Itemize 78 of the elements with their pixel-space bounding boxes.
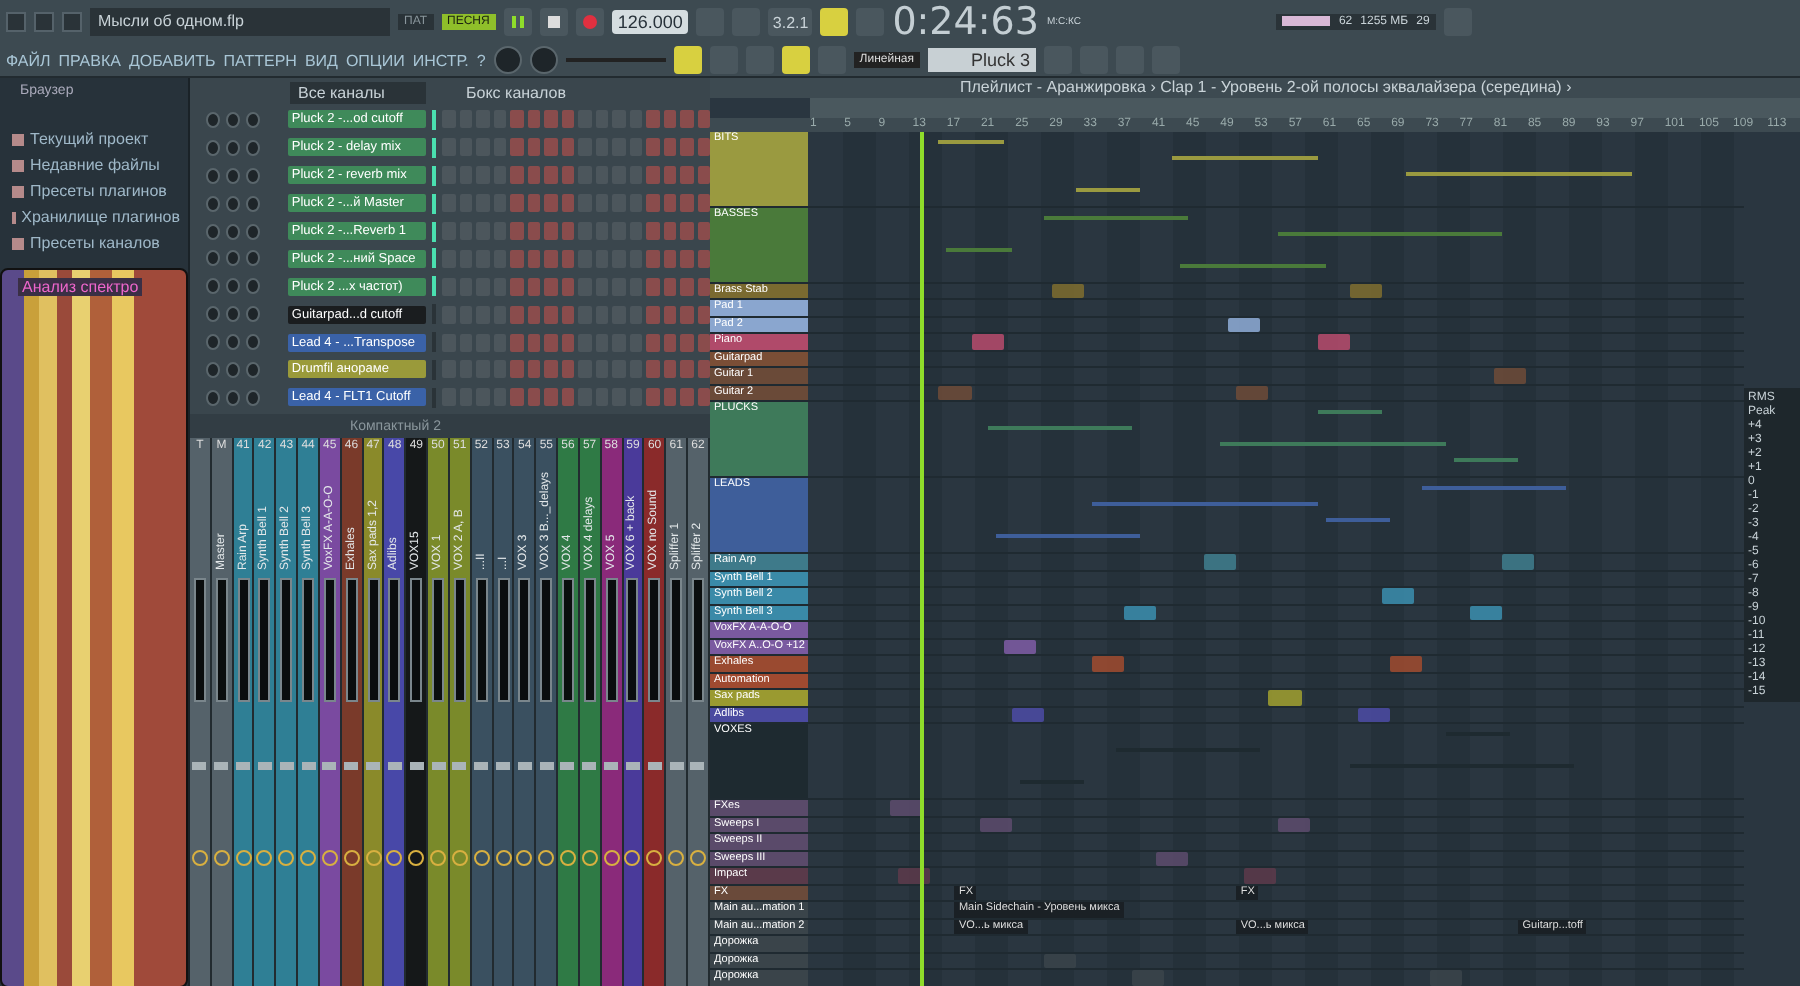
rack-title: Бокс каналов bbox=[466, 83, 566, 101]
pattern-clip[interactable] bbox=[1204, 554, 1237, 570]
playlist-title: Плейлист - Аранжировка › Clap 1 - Уровень 2-ой полосы эквалайзера (середина) › bbox=[710, 78, 1800, 98]
pattern-clip[interactable] bbox=[1381, 588, 1414, 604]
menu-item[interactable]: ПРАВКА bbox=[58, 51, 121, 69]
play-button[interactable] bbox=[503, 8, 532, 36]
menu-item[interactable]: ? bbox=[476, 51, 486, 69]
channel-select-indicator[interactable] bbox=[432, 276, 436, 297]
browser-item[interactable]: Текущий проект bbox=[0, 126, 188, 152]
song-time: 0:24:63 bbox=[892, 0, 1039, 44]
level-meter bbox=[475, 578, 488, 702]
pattern-clip[interactable] bbox=[1244, 868, 1277, 884]
level-meter bbox=[410, 578, 423, 702]
browser-item[interactable]: Недавние файлы bbox=[0, 152, 188, 178]
level-meter bbox=[648, 578, 661, 702]
menu-item[interactable]: ВИД bbox=[304, 51, 338, 69]
close-button[interactable] bbox=[62, 12, 82, 32]
level-meter bbox=[540, 578, 553, 702]
level-meter bbox=[626, 578, 639, 702]
pattern-clip[interactable] bbox=[1389, 656, 1422, 672]
level-meter bbox=[518, 578, 531, 702]
pattern-clip[interactable] bbox=[1494, 368, 1527, 384]
level-meter bbox=[345, 578, 358, 702]
level-meter bbox=[453, 578, 466, 702]
file-name: Мысли об одном.flp bbox=[90, 8, 390, 36]
pattern-clip[interactable] bbox=[1502, 554, 1535, 570]
pattern-clip[interactable] bbox=[890, 800, 923, 816]
level-meter bbox=[497, 578, 509, 702]
stop-button[interactable] bbox=[539, 8, 568, 36]
level-meter bbox=[193, 578, 206, 702]
level-meter bbox=[561, 578, 574, 702]
channel-select-indicator[interactable] bbox=[432, 193, 436, 214]
menu-item[interactable]: ДОБАВИТЬ bbox=[128, 51, 216, 69]
level-meter bbox=[691, 578, 704, 702]
pattern-clip[interactable] bbox=[1268, 690, 1302, 706]
pattern-clip[interactable] bbox=[1317, 334, 1350, 350]
channel-select-indicator[interactable] bbox=[432, 248, 436, 269]
level-meter bbox=[215, 578, 228, 702]
playhead-line[interactable] bbox=[919, 131, 924, 986]
level-meter bbox=[670, 578, 683, 702]
level-meter bbox=[432, 578, 445, 702]
pattern-clip[interactable] bbox=[1429, 970, 1463, 986]
channel-select-indicator[interactable] bbox=[432, 221, 436, 241]
channel-select-indicator[interactable] bbox=[432, 137, 436, 158]
browser-item[interactable]: Хранилище плагинов bbox=[0, 204, 188, 230]
pattern-clip[interactable] bbox=[1132, 970, 1165, 986]
level-meter bbox=[323, 578, 336, 702]
channel-select-indicator[interactable] bbox=[432, 165, 436, 186]
menu-item[interactable]: ФАЙЛ bbox=[6, 51, 51, 69]
browser-item[interactable]: Пресеты плагинов bbox=[0, 178, 188, 204]
menu-item[interactable]: ПАТТЕРН bbox=[223, 51, 297, 69]
pitch-knob[interactable] bbox=[529, 46, 558, 74]
restore-button[interactable] bbox=[34, 12, 54, 32]
pattern-clip[interactable] bbox=[971, 334, 1004, 350]
level-meter bbox=[388, 578, 401, 702]
pattern-selector[interactable]: Pluck 3 bbox=[927, 48, 1036, 72]
level-meter bbox=[583, 578, 596, 702]
countdown-button[interactable]: 3.2.1 bbox=[768, 8, 813, 36]
channel-select-indicator[interactable] bbox=[432, 109, 436, 130]
pause-icon bbox=[509, 14, 526, 30]
level-meter bbox=[237, 578, 250, 702]
overview-drawing[interactable] bbox=[810, 97, 1800, 118]
stop-icon bbox=[545, 14, 562, 30]
level-meter bbox=[280, 578, 293, 702]
pattern-clip[interactable] bbox=[1091, 656, 1124, 672]
menu-item[interactable]: ИНСТР. bbox=[412, 51, 469, 69]
record-icon bbox=[581, 14, 598, 30]
browser-item[interactable]: Пресеты каналов bbox=[0, 230, 188, 256]
level-meter bbox=[367, 578, 380, 702]
volume-knob[interactable] bbox=[493, 46, 522, 74]
minimize-button[interactable] bbox=[6, 12, 26, 32]
tempo-field[interactable]: 126.000 bbox=[611, 10, 689, 34]
level-meter bbox=[302, 578, 315, 702]
level-meter bbox=[258, 578, 271, 702]
menu-item[interactable]: ОПЦИИ bbox=[345, 51, 405, 69]
channel-filter-dropdown[interactable]: Все каналы bbox=[290, 81, 426, 103]
spectrum-title: Анализ спектро bbox=[18, 278, 143, 296]
level-meter bbox=[605, 578, 618, 702]
